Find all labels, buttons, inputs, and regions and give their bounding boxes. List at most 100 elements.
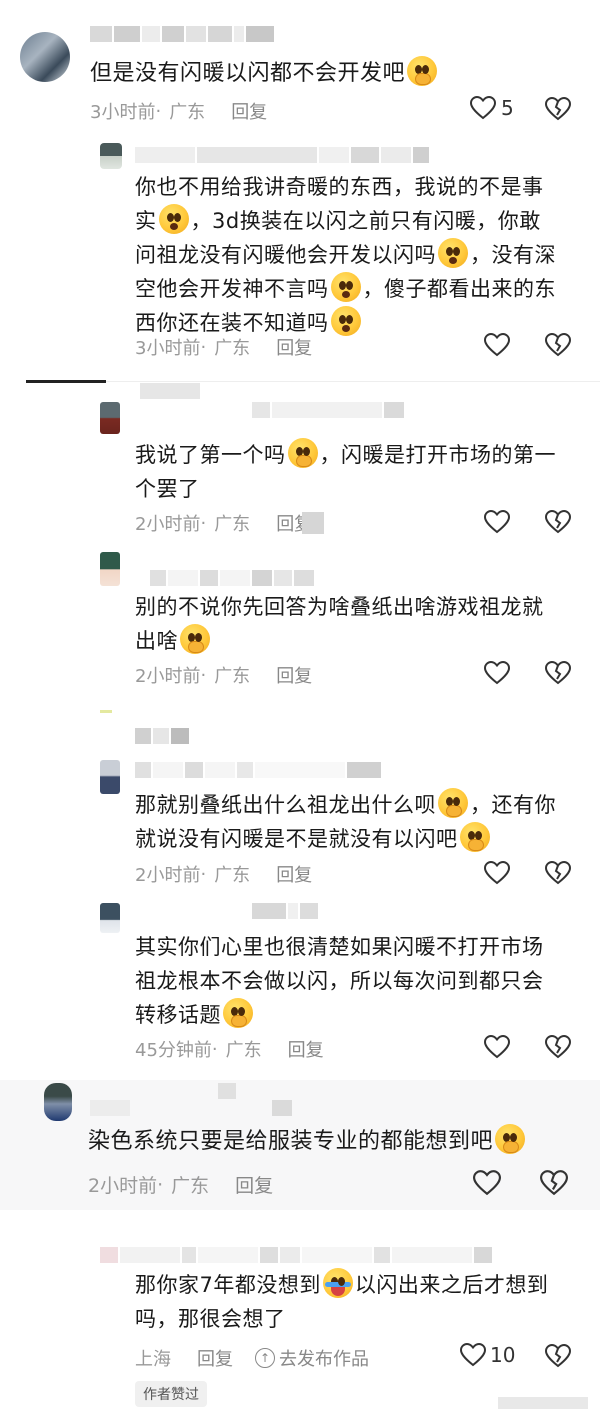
blur-overlay (100, 710, 112, 713)
reply-button[interactable]: 回复 (276, 334, 312, 360)
shy-face-emoji (407, 56, 438, 86)
comment-meta: 上海 回复 ↑ 去发布作品 (135, 1345, 369, 1371)
broken-heart-icon (544, 1034, 572, 1059)
like-button[interactable] (484, 1035, 510, 1059)
comment-meta: 3小时前 · 广东 回复 (135, 334, 312, 360)
avatar[interactable] (20, 32, 70, 82)
surprised-face-emoji (330, 272, 361, 302)
broken-heart-icon (544, 96, 572, 121)
dislike-button[interactable] (544, 860, 572, 889)
dislike-button[interactable] (544, 332, 572, 361)
heart-outline-icon (484, 333, 510, 357)
timestamp: 3小时前 (90, 102, 156, 123)
heart-outline-icon (484, 861, 510, 885)
comment-meta: 2小时前 · 广东 回复 (135, 861, 312, 887)
heart-outline-icon (473, 1170, 501, 1196)
shy-face-emoji (459, 822, 490, 852)
like-button[interactable] (484, 661, 510, 685)
username-blurred (150, 570, 314, 586)
broken-heart-icon (544, 860, 572, 885)
broken-heart-icon (544, 332, 572, 357)
avatar[interactable] (44, 1083, 72, 1121)
like-button[interactable]: 5 (470, 96, 514, 120)
comment-meta: 2小时前 · 广东 回复 (135, 662, 312, 688)
comment-meta: 2小时前 · 广东 回复 (135, 510, 312, 536)
heart-outline-icon (484, 661, 510, 685)
comment-text: 那就别叠纸出什么祖龙出什么呗 ，还有你 就说没有闪暖是不是就没有以闪吧 (135, 788, 575, 856)
like-button[interactable] (484, 510, 510, 534)
location: 广东 (214, 338, 251, 359)
surprised-face-emoji (330, 306, 361, 336)
shy-face-emoji (223, 998, 253, 1028)
heart-outline-icon (470, 96, 496, 120)
comment-text: 我说了第一个吗 ，闪暖是打开市场的第一 个罢了 (135, 438, 575, 506)
timestamp: 3小时前 (135, 338, 201, 359)
broken-heart-icon (544, 660, 572, 685)
dislike-button[interactable] (544, 660, 572, 689)
username-blurred (100, 1247, 492, 1263)
like-button[interactable] (484, 861, 510, 885)
like-button[interactable] (473, 1170, 501, 1196)
location: 上海 (135, 1349, 171, 1370)
heart-outline-icon (460, 1343, 486, 1367)
shy-face-emoji (180, 624, 210, 654)
crying-laughing-emoji (322, 1268, 353, 1298)
location: 广东 (214, 666, 251, 687)
like-button[interactable] (484, 333, 510, 357)
comment-text: 别的不说你先回答为啥叠纸出啥游戏祖龙就 出啥 (135, 595, 544, 654)
location: 广东 (214, 514, 251, 535)
shy-face-emoji (438, 788, 468, 818)
comment-meta: 3小时前 · 广东 回复 (90, 98, 267, 124)
reply-button[interactable]: 回复 (276, 861, 312, 887)
comment-meta: 2小时前 · 广东 回复 (88, 1171, 273, 1198)
dislike-button[interactable] (544, 96, 572, 125)
reply-button[interactable]: 回复 (276, 662, 312, 688)
username-blurred (252, 402, 404, 418)
dislike-button[interactable] (544, 1034, 572, 1063)
avatar[interactable] (100, 903, 120, 933)
reply-button[interactable]: 回复 (197, 1345, 233, 1371)
username-blurred (135, 728, 189, 744)
publish-work-button[interactable]: ↑ 去发布作品 (255, 1345, 369, 1371)
comment-text: 染色系统只要是给服装专业的都能想到吧 (88, 1124, 527, 1159)
location: 广东 (214, 865, 251, 886)
username-blurred (218, 1083, 236, 1099)
username-blurred (90, 1100, 130, 1116)
blur-overlay (302, 512, 324, 534)
dislike-button[interactable] (544, 509, 572, 538)
username-blurred (272, 1100, 292, 1116)
watermark (498, 1397, 588, 1409)
comment-meta: 45分钟前 · 广东 回复 (135, 1036, 324, 1062)
comment-text: 其实你们心里也很清楚如果闪暖不打开市场 祖龙根本不会做以闪，所以每次问到都只会 … (135, 935, 544, 1028)
author-liked-badge: 作者赞过 (135, 1381, 207, 1407)
arrow-up-circle-icon: ↑ (255, 1348, 275, 1368)
location: 广东 (169, 102, 206, 123)
avatar[interactable] (100, 552, 120, 586)
comment-text: 那你家7年都没想到 以闪出来之后才想到 吗，那很会想了 (135, 1268, 575, 1336)
like-button[interactable]: 10 (460, 1343, 515, 1367)
timestamp: 45分钟前 (135, 1040, 212, 1061)
username-blurred (252, 903, 318, 919)
divider (106, 381, 600, 382)
reply-button[interactable]: 回复 (288, 1036, 324, 1062)
dislike-button[interactable] (539, 1170, 569, 1200)
shy-face-emoji (495, 1124, 526, 1154)
avatar[interactable] (100, 143, 122, 169)
publish-label: 去发布作品 (279, 1349, 369, 1370)
avatar[interactable] (100, 402, 120, 434)
reply-button[interactable]: 回复 (235, 1171, 273, 1198)
username-blurred (140, 383, 200, 399)
shy-face-emoji (287, 438, 318, 468)
heart-outline-icon (484, 510, 510, 534)
reply-button[interactable]: 回复 (231, 98, 267, 124)
surprised-face-emoji (438, 238, 468, 268)
surprised-face-emoji (158, 204, 189, 234)
timestamp: 2小时前 (135, 865, 201, 886)
avatar[interactable] (100, 760, 120, 794)
timestamp: 2小时前 (135, 666, 201, 687)
comment-text: 你也不用给我讲奇暖的东西，我说的不是事 实，3d换装在以闪之前只有闪暖，你敢 问… (135, 175, 556, 336)
comment-text: 但是没有闪暖以闪都不会开发吧 (90, 56, 439, 91)
dislike-button[interactable] (544, 1343, 572, 1372)
username-blurred (135, 762, 381, 778)
username-blurred (135, 147, 429, 163)
